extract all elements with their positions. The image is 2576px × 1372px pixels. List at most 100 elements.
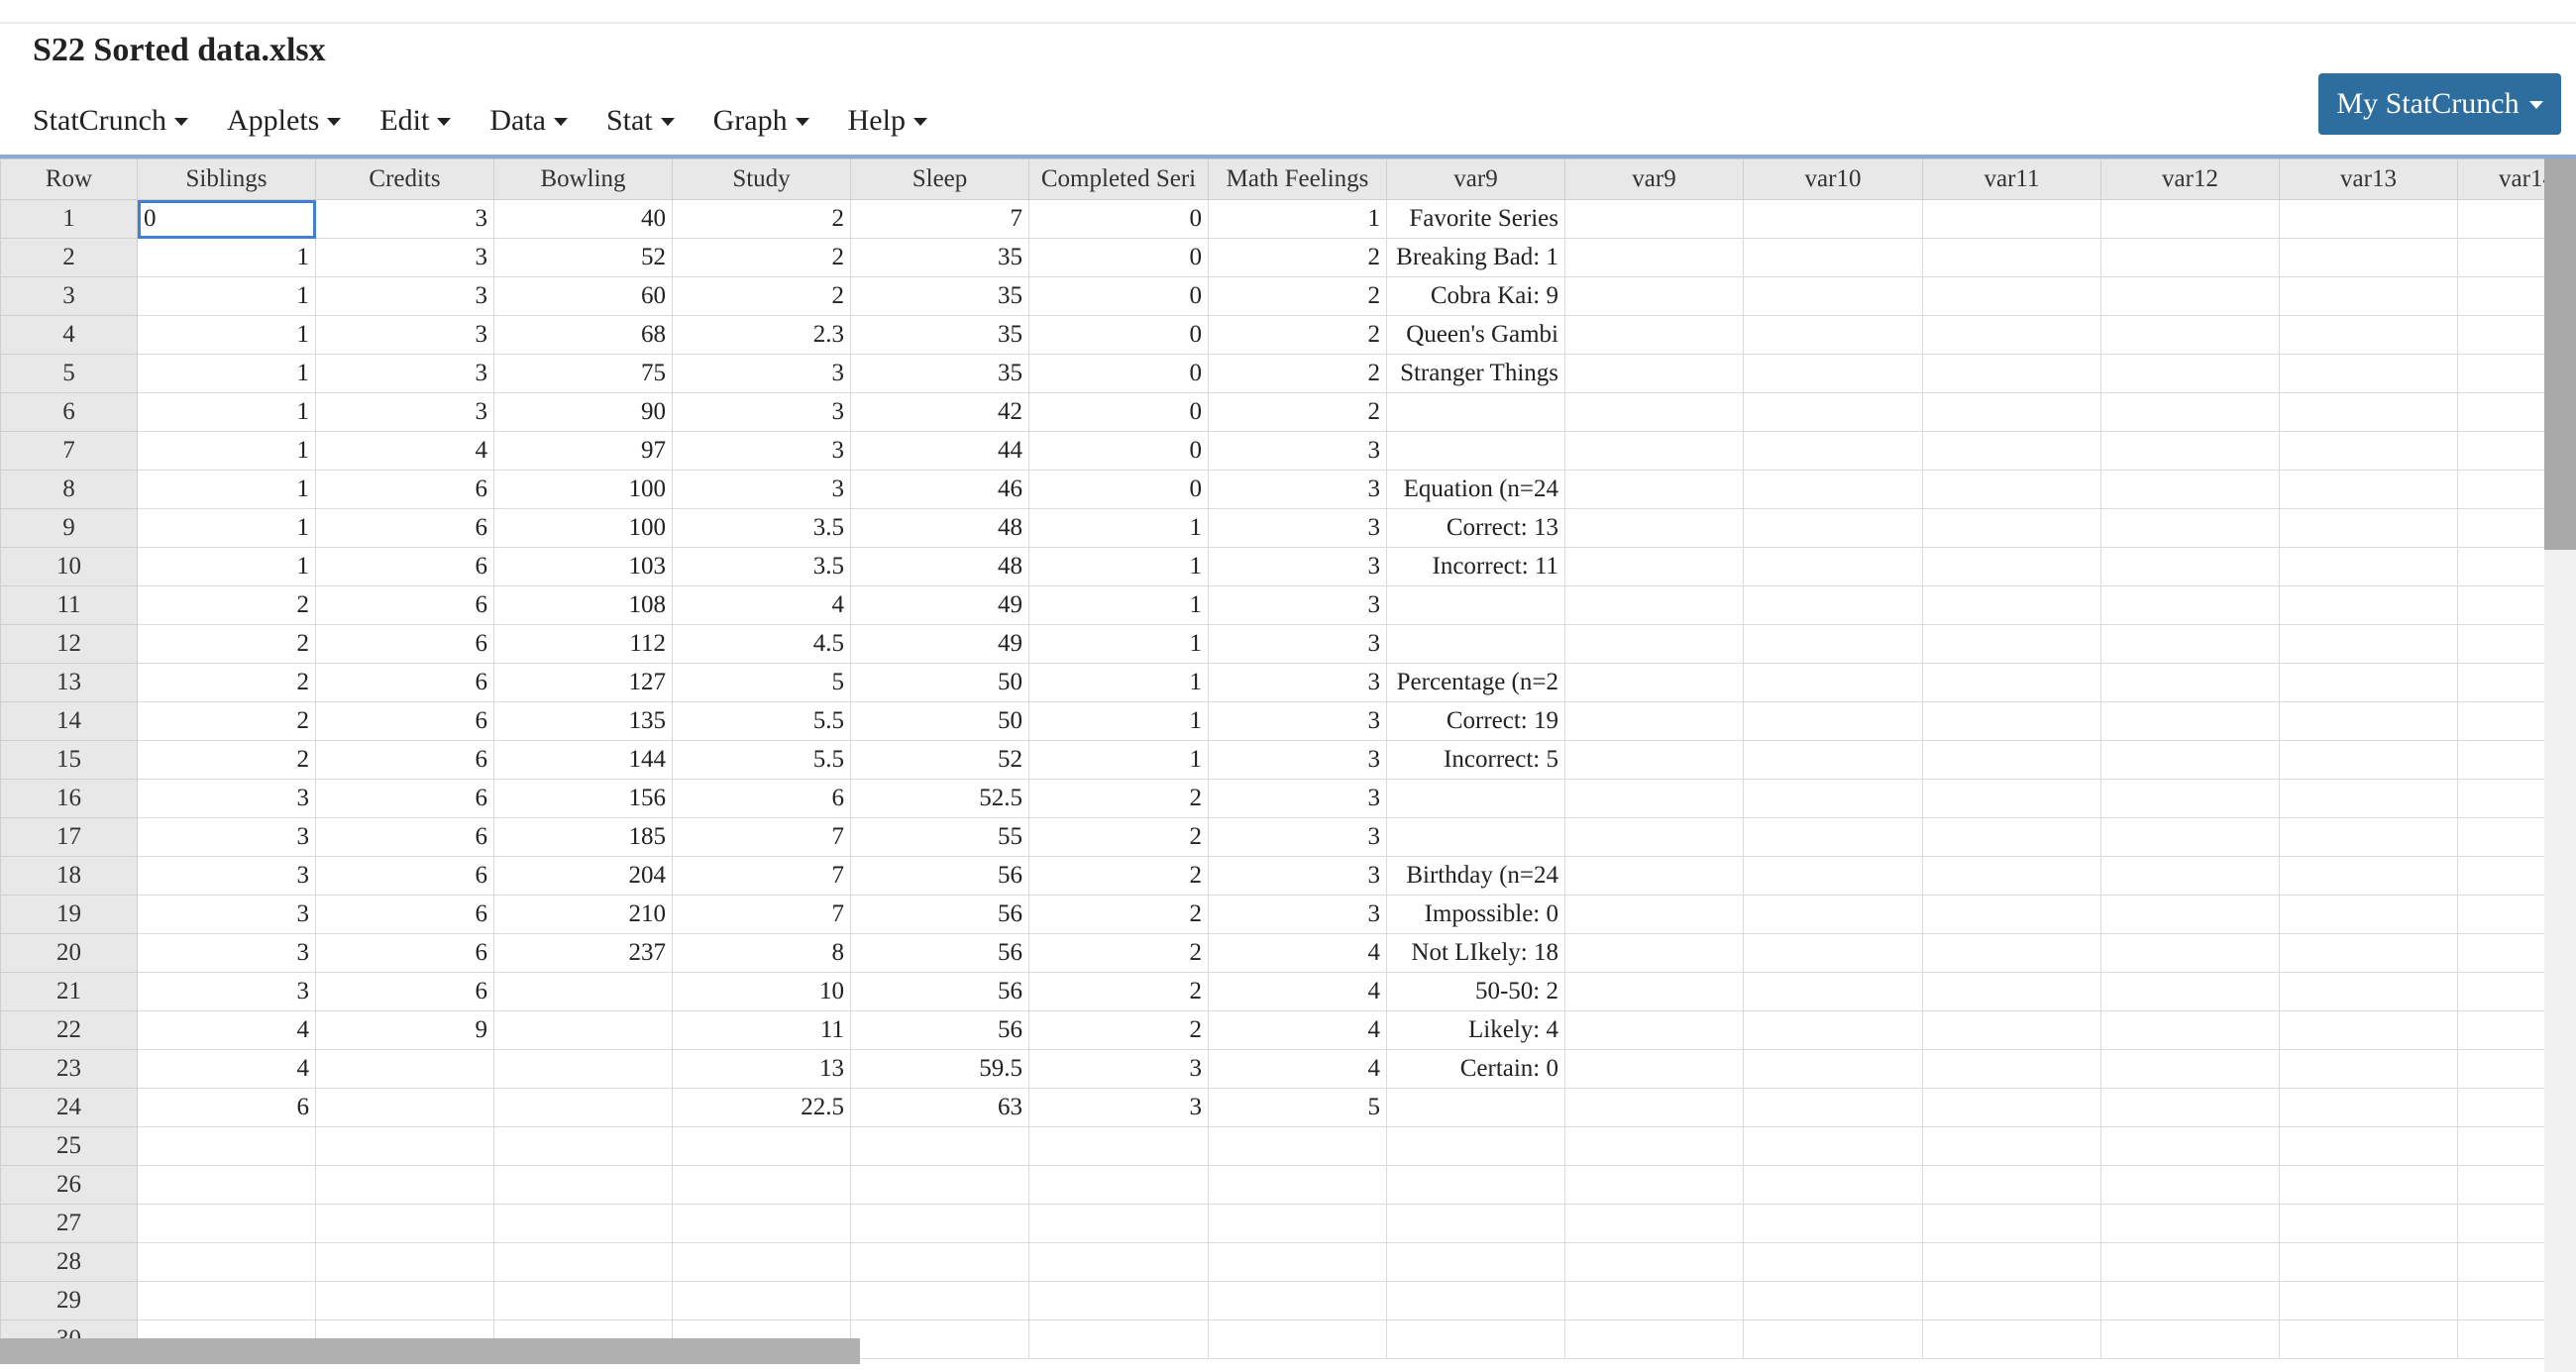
grid-cell[interactable] (2279, 624, 2458, 664)
grid-cell[interactable] (2279, 1281, 2458, 1320)
menu-graph[interactable]: Graph (713, 104, 809, 138)
grid-cell[interactable] (137, 1242, 316, 1282)
grid-cell[interactable]: 3 (1208, 701, 1387, 741)
grid-cell[interactable]: 6 (315, 779, 494, 818)
grid-cell[interactable] (1743, 1010, 1923, 1050)
grid-cell[interactable] (2100, 470, 2280, 509)
grid-cell[interactable] (2279, 431, 2458, 471)
grid-cell[interactable]: 7 (672, 895, 851, 934)
grid-cell[interactable] (1922, 1126, 2101, 1166)
row-number[interactable]: 5 (0, 354, 138, 393)
grid-cell[interactable] (2279, 470, 2458, 509)
grid-cell[interactable] (1743, 1049, 1923, 1089)
grid-cell[interactable] (1564, 972, 1744, 1011)
grid-cell[interactable] (1028, 1126, 1209, 1166)
grid-cell[interactable] (493, 1281, 673, 1320)
grid-cell[interactable] (1743, 315, 1923, 355)
grid-cell[interactable]: 2 (1208, 354, 1387, 393)
row-number[interactable]: 24 (0, 1088, 138, 1127)
horizontal-scroll-thumb[interactable] (0, 1338, 860, 1364)
grid-cell[interactable] (1564, 663, 1744, 702)
grid-cell[interactable] (2279, 1319, 2458, 1359)
grid-cell[interactable]: 1 (137, 431, 316, 471)
grid-cell[interactable] (1208, 1165, 1387, 1205)
grid-cell[interactable]: 6 (315, 508, 494, 548)
grid-cell[interactable]: 4 (1208, 1049, 1387, 1089)
grid-cell[interactable] (1564, 1319, 1744, 1359)
grid-cell[interactable]: 49 (850, 585, 1029, 625)
grid-cell[interactable] (1386, 1319, 1565, 1359)
row-number[interactable]: 20 (0, 933, 138, 973)
grid-cell[interactable]: 3 (672, 354, 851, 393)
grid-cell[interactable]: 3 (315, 392, 494, 432)
row-number[interactable]: 12 (0, 624, 138, 664)
grid-cell[interactable]: 185 (493, 817, 673, 857)
grid-cell[interactable]: 2 (1028, 972, 1209, 1011)
grid-cell[interactable] (2457, 740, 2544, 780)
grid-cell[interactable] (1386, 1126, 1565, 1166)
row-number[interactable]: 19 (0, 895, 138, 934)
grid-cell[interactable] (1743, 1165, 1923, 1205)
grid-cell[interactable] (1743, 624, 1923, 664)
row-number[interactable]: 4 (0, 315, 138, 355)
row-number[interactable]: 15 (0, 740, 138, 780)
grid-cell[interactable] (2457, 431, 2544, 471)
row-number[interactable]: 23 (0, 1049, 138, 1089)
grid-cell[interactable]: 50-50: 2 (1386, 972, 1565, 1011)
menu-applets[interactable]: Applets (227, 104, 342, 138)
grid-cell[interactable] (2279, 663, 2458, 702)
grid-cell[interactable] (1922, 740, 2101, 780)
grid-cell[interactable]: 3 (315, 276, 494, 316)
grid-cell[interactable]: 3 (1208, 740, 1387, 780)
grid-cell[interactable]: 2 (672, 276, 851, 316)
grid-cell[interactable] (493, 1088, 673, 1127)
grid-cell[interactable] (672, 1242, 851, 1282)
grid-cell[interactable] (1922, 663, 2101, 702)
grid-cell[interactable] (2100, 1319, 2280, 1359)
grid-cell[interactable] (1743, 276, 1923, 316)
grid-cell[interactable] (493, 1126, 673, 1166)
grid-cell[interactable]: 2 (137, 740, 316, 780)
grid-cell[interactable]: 3 (1208, 895, 1387, 934)
grid-cell[interactable] (2279, 585, 2458, 625)
grid-cell[interactable] (1743, 933, 1923, 973)
column-header[interactable]: Siblings (137, 158, 316, 200)
row-number[interactable]: 14 (0, 701, 138, 741)
grid-cell[interactable] (137, 1281, 316, 1320)
grid-cell[interactable] (137, 1165, 316, 1205)
grid-cell[interactable]: 52 (493, 238, 673, 277)
grid-cell[interactable]: 5 (1208, 1088, 1387, 1127)
grid-cell[interactable]: Not LIkely: 18 (1386, 933, 1565, 973)
column-header[interactable]: var9 (1386, 158, 1565, 200)
grid-cell[interactable]: Queen's Gambi (1386, 315, 1565, 355)
grid-cell[interactable]: 2 (672, 199, 851, 239)
grid-cell[interactable] (2457, 1010, 2544, 1050)
grid-cell[interactable] (1564, 701, 1744, 741)
grid-cell[interactable] (1743, 1126, 1923, 1166)
grid-cell[interactable]: 0 (1028, 354, 1209, 393)
grid-cell[interactable] (1564, 392, 1744, 432)
column-header[interactable]: var9 (1564, 158, 1744, 200)
grid-cell[interactable]: 0 (1028, 199, 1209, 239)
grid-cell[interactable] (2279, 354, 2458, 393)
column-header[interactable]: Sleep (850, 158, 1029, 200)
grid-cell[interactable] (2279, 238, 2458, 277)
grid-cell[interactable] (1386, 1242, 1565, 1282)
grid-cell[interactable]: Correct: 13 (1386, 508, 1565, 548)
grid-cell[interactable] (1743, 1088, 1923, 1127)
grid-cell[interactable] (1743, 972, 1923, 1011)
row-number[interactable]: 11 (0, 585, 138, 625)
grid-cell[interactable] (2279, 1088, 2458, 1127)
row-number[interactable]: 18 (0, 856, 138, 896)
grid-cell[interactable] (1922, 470, 2101, 509)
grid-cell[interactable] (1564, 315, 1744, 355)
grid-cell[interactable]: 1 (1028, 585, 1209, 625)
grid-cell[interactable] (1208, 1281, 1387, 1320)
grid-cell[interactable]: 1 (137, 470, 316, 509)
grid-cell[interactable] (1564, 740, 1744, 780)
grid-cell[interactable]: 7 (672, 817, 851, 857)
grid-cell[interactable] (2457, 315, 2544, 355)
grid-cell[interactable]: 50 (850, 663, 1029, 702)
grid-cell[interactable] (315, 1088, 494, 1127)
grid-cell[interactable] (1922, 238, 2101, 277)
